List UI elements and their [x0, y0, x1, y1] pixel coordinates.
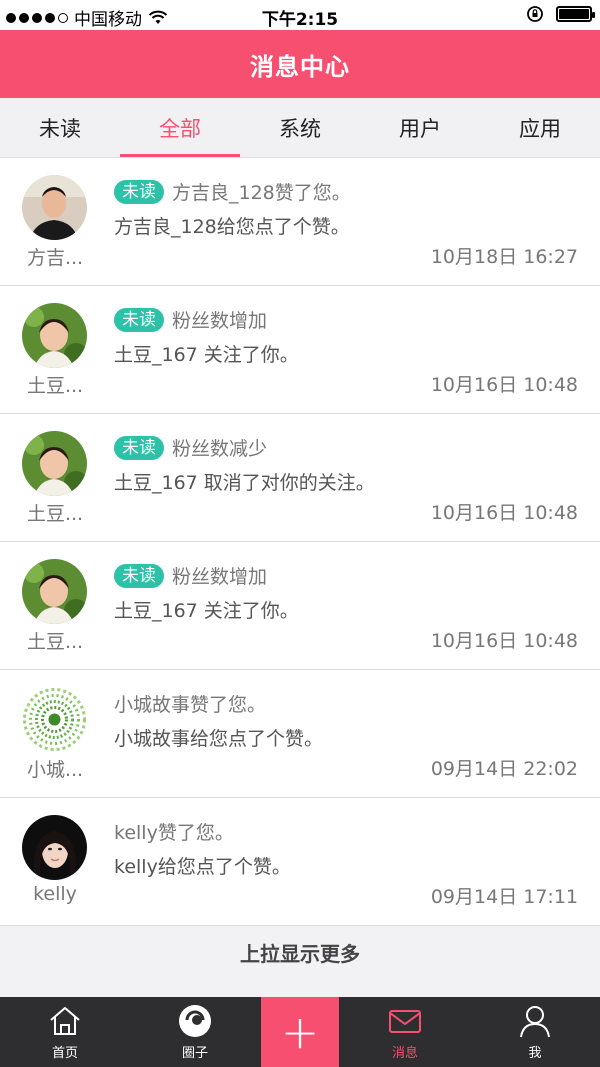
message-time: 10月18日 16:27	[430, 246, 578, 268]
message-title: 方吉良_128赞了您。	[172, 182, 351, 204]
tab-me-label: 我	[528, 1045, 542, 1061]
status-bar: 中国移动 下午2:15	[0, 0, 600, 30]
tab-all[interactable]: 全部	[120, 98, 240, 157]
avatar[interactable]	[22, 431, 87, 496]
message-item[interactable]: 土豆... 未读 粉丝数减少 土豆_167 取消了对你的关注。 10月16日 1…	[0, 414, 600, 542]
bottom-tab-bar: 首页 圈子 + 消息 我	[0, 997, 600, 1067]
tab-apps[interactable]: 应用	[480, 98, 600, 157]
message-time: 09月14日 17:11	[430, 886, 578, 908]
message-title: 粉丝数增加	[172, 566, 268, 588]
avatar-name: 土豆...	[26, 503, 84, 525]
unread-badge: 未读	[114, 563, 164, 588]
message-item[interactable]: kelly kelly赞了您。 kelly给您点了个赞。 09月14日 17:1…	[0, 798, 600, 926]
avatar[interactable]	[22, 687, 87, 752]
unread-badge: 未读	[114, 307, 164, 332]
avatar[interactable]	[22, 815, 87, 880]
message-item[interactable]: 方吉... 未读 方吉良_128赞了您。 方吉良_128给您点了个赞。 10月1…	[0, 158, 600, 286]
load-more[interactable]: 上拉显示更多	[0, 926, 600, 978]
message-time: 10月16日 10:48	[430, 502, 578, 524]
avatar[interactable]	[22, 303, 87, 368]
message-body: kelly给您点了个赞。	[114, 856, 291, 878]
tab-system[interactable]: 系统	[240, 98, 360, 157]
orientation-lock-icon	[527, 6, 543, 22]
circle-icon	[179, 1004, 211, 1037]
message-title: 粉丝数减少	[172, 438, 268, 460]
message-item[interactable]: 小城... 小城故事赞了您。 小城故事给您点了个赞。 09月14日 22:02	[0, 670, 600, 798]
mail-icon	[389, 1009, 421, 1033]
tab-circle[interactable]: 圈子	[130, 997, 260, 1067]
avatar-name: 小城...	[26, 759, 84, 781]
tab-home[interactable]: 首页	[0, 997, 130, 1067]
unread-badge: 未读	[114, 435, 164, 460]
tab-users[interactable]: 用户	[360, 98, 480, 157]
message-time: 09月14日 22:02	[430, 758, 578, 780]
message-time: 10月16日 10:48	[430, 630, 578, 652]
page-title: 消息中心	[250, 52, 350, 81]
avatar[interactable]	[22, 175, 87, 240]
message-list: 方吉... 未读 方吉良_128赞了您。 方吉良_128给您点了个赞。 10月1…	[0, 158, 600, 926]
plus-icon: +	[280, 1005, 320, 1059]
message-body: 土豆_167 关注了你。	[114, 344, 299, 366]
message-time: 10月16日 10:48	[430, 374, 578, 396]
avatar-name: kelly	[33, 883, 77, 905]
avatar-name: 方吉...	[26, 247, 84, 269]
home-icon	[50, 1006, 80, 1035]
tab-circle-label: 圈子	[181, 1045, 208, 1061]
tab-messages[interactable]: 消息	[340, 997, 470, 1067]
status-time: 下午2:15	[261, 10, 339, 30]
message-body: 方吉良_128给您点了个赞。	[114, 216, 350, 238]
message-title: kelly赞了您。	[114, 822, 234, 844]
tab-unread[interactable]: 未读	[0, 98, 120, 157]
battery-icon	[556, 6, 595, 22]
message-body: 土豆_167 取消了对你的关注。	[114, 472, 375, 494]
message-body: 小城故事给您点了个赞。	[114, 728, 324, 750]
message-title: 小城故事赞了您。	[114, 694, 267, 716]
tab-bar-top: 未读 全部 系统 用户 应用	[0, 98, 600, 158]
unread-badge: 未读	[114, 179, 164, 204]
avatar-name: 土豆...	[26, 375, 84, 397]
message-item[interactable]: 土豆... 未读 粉丝数增加 土豆_167 关注了你。 10月16日 10:48	[0, 542, 600, 670]
tab-messages-label: 消息	[391, 1045, 418, 1061]
tab-me[interactable]: 我	[470, 997, 600, 1067]
message-item[interactable]: 土豆... 未读 粉丝数增加 土豆_167 关注了你。 10月16日 10:48	[0, 286, 600, 414]
avatar-name: 土豆...	[26, 631, 84, 653]
page-header: 消息中心	[0, 30, 600, 98]
tab-home-label: 首页	[51, 1045, 78, 1061]
add-button[interactable]: +	[261, 997, 339, 1067]
user-icon	[520, 1005, 550, 1037]
avatar[interactable]	[22, 559, 87, 624]
message-title: 粉丝数增加	[172, 310, 268, 332]
message-body: 土豆_167 关注了你。	[114, 600, 299, 622]
